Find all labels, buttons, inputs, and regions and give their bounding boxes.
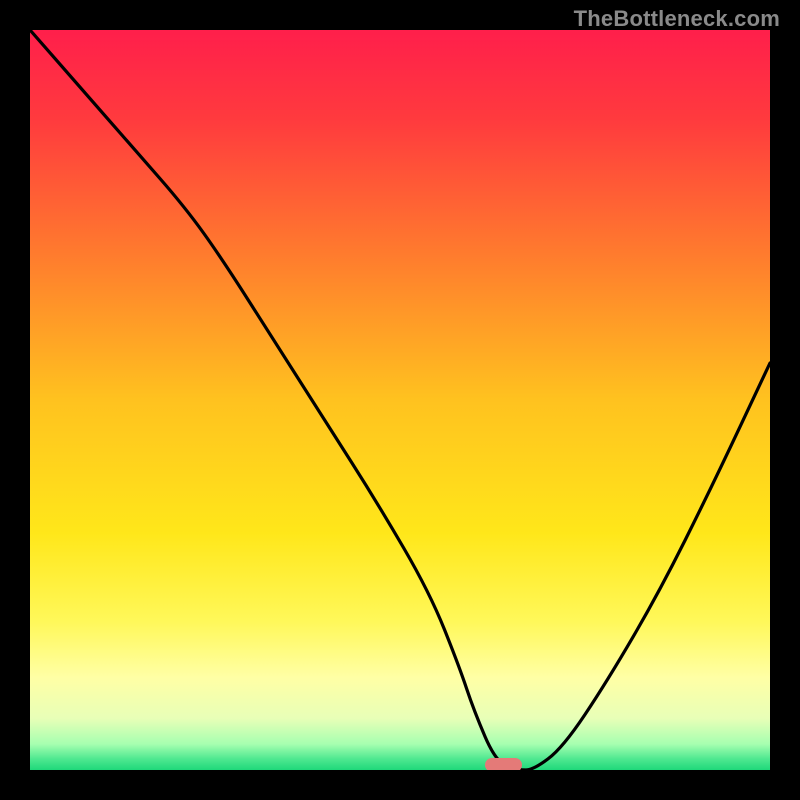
chart-frame: TheBottleneck.com — [0, 0, 800, 800]
bottleneck-curve — [30, 30, 770, 770]
watermark-text: TheBottleneck.com — [574, 6, 780, 32]
plot-area — [30, 30, 770, 770]
optimal-marker — [485, 758, 522, 770]
